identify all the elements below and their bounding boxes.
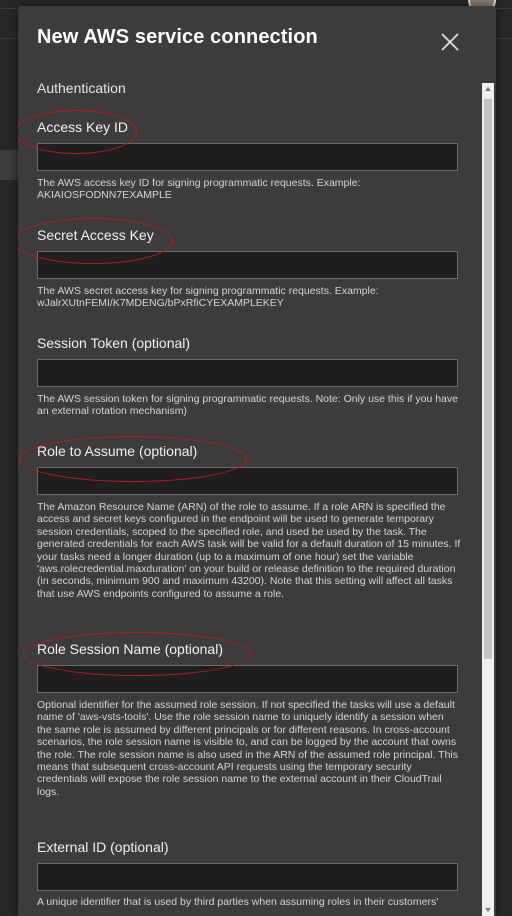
- role-to-assume-input[interactable]: [37, 467, 458, 495]
- background-panel: [0, 150, 18, 180]
- scroll-down-arrow-icon[interactable]: [482, 904, 494, 916]
- scroll-up-arrow-icon[interactable]: [482, 83, 494, 95]
- external-id-input[interactable]: [37, 863, 458, 891]
- role-session-name-help: Optional identifier for the assumed role…: [37, 699, 458, 798]
- session-token-label: Session Token (optional): [37, 335, 191, 351]
- role-to-assume-label: Role to Assume (optional): [37, 443, 198, 459]
- aws-service-connection-dialog: New AWS service connection Authenticatio…: [18, 6, 496, 916]
- role-session-name-label: Role Session Name (optional): [37, 641, 223, 657]
- session-token-help: The AWS session token for signing progra…: [37, 393, 458, 418]
- access-key-id-label: Access Key ID: [37, 119, 129, 135]
- external-id-label: External ID (optional): [37, 839, 169, 855]
- section-title-authentication: Authentication: [37, 80, 126, 96]
- vertical-scrollbar[interactable]: [482, 83, 494, 916]
- scrollbar-thumb[interactable]: [484, 99, 492, 659]
- secret-access-key-label: Secret Access Key: [37, 227, 154, 243]
- role-to-assume-help: The Amazon Resource Name (ARN) of the ro…: [37, 501, 461, 600]
- role-session-name-input[interactable]: [37, 665, 458, 693]
- dialog-title: New AWS service connection: [37, 26, 318, 48]
- access-key-id-input[interactable]: [37, 143, 458, 171]
- session-token-input[interactable]: [37, 359, 458, 387]
- external-id-help: A unique identifier that is used by thir…: [37, 896, 439, 908]
- access-key-id-help: The AWS access key ID for signing progra…: [37, 177, 361, 202]
- secret-access-key-input[interactable]: [37, 251, 458, 279]
- close-button[interactable]: [438, 30, 462, 54]
- secret-access-key-help: The AWS secret access key for signing pr…: [37, 285, 379, 310]
- close-icon: [441, 33, 459, 51]
